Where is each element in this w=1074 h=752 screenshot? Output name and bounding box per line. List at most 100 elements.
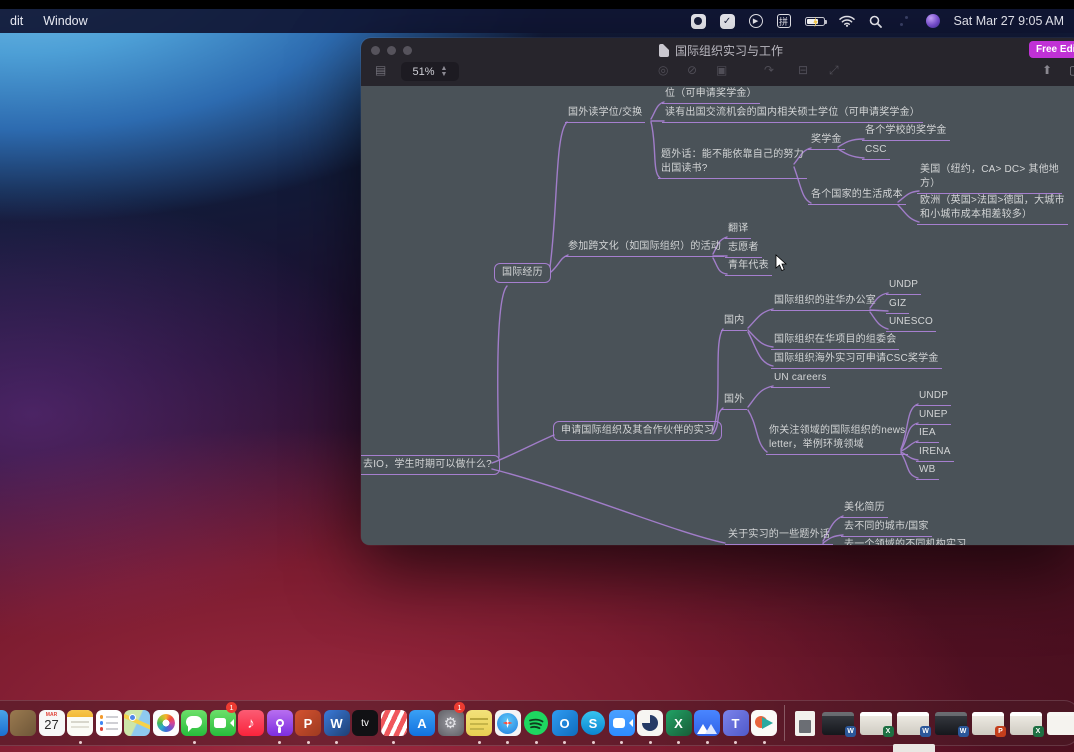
- dock-outlook[interactable]: O: [551, 703, 578, 743]
- free-edition-badge[interactable]: Free Edito: [1029, 41, 1074, 58]
- close-window-button[interactable]: [371, 46, 380, 55]
- menu-item-edit-partial[interactable]: dit: [0, 14, 33, 28]
- dock-doc-file[interactable]: [792, 703, 819, 743]
- mindmap-node-shixi-tiwaihua[interactable]: 关于实习的一些题外话: [725, 528, 833, 545]
- zoom-level-control[interactable]: 51% ▲▼: [401, 62, 459, 81]
- mindmap-node-fanyi[interactable]: 翻译: [725, 222, 751, 239]
- slash-circle-icon[interactable]: ⊘: [687, 63, 697, 77]
- dock-news[interactable]: [380, 703, 407, 743]
- wifi-icon[interactable]: [839, 15, 855, 27]
- mindmap-node-unesco[interactable]: UNESCO: [886, 315, 936, 332]
- mindmap-node-zhuhua-bangongshi[interactable]: 国际组织的驻华办公室: [771, 294, 879, 311]
- mindmap-node-du-xuewei[interactable]: 位（可申请奖学金）: [662, 87, 760, 104]
- mindmap-node-guoji-jingli[interactable]: 国际经历: [494, 263, 551, 283]
- mindmap-node-butong-jigou[interactable]: 去一个领域的不同机构实习: [841, 538, 969, 545]
- dock-word[interactable]: W: [323, 703, 350, 743]
- mindmap-node-iea[interactable]: IEA: [916, 426, 939, 443]
- mark-done-icon[interactable]: ◎: [658, 63, 668, 77]
- mindmap-node-undp-1[interactable]: UNDP: [886, 278, 921, 295]
- mindmap-node-kuawenhua[interactable]: 参加跨文化（如国际组织）的活动: [565, 240, 724, 257]
- dock-music[interactable]: ♪: [238, 703, 265, 743]
- dock-thumb-2[interactable]: X: [858, 703, 894, 743]
- shortcuts-check-icon[interactable]: ✓: [720, 14, 735, 29]
- dock-appstore[interactable]: A: [409, 703, 436, 743]
- mindmap-node-root[interactable]: 去IO，学生时期可以做什么?: [361, 455, 500, 475]
- mindmap-node-meihua-jianli[interactable]: 美化简历: [841, 501, 888, 518]
- mindmap-node-gexuexiao[interactable]: 各个学校的奖学金: [862, 124, 950, 141]
- mindmap-canvas[interactable]: 去IO，学生时期可以做什么? 国际经历 国外读学位/交换位（可申请奖学金） 读有出国交…: [361, 86, 1074, 545]
- mindmap-node-ouzhou[interactable]: 欧洲（英国>法国>德国，大城市和小城市成本相差较多）: [917, 194, 1068, 225]
- dock-podcasts[interactable]: [266, 703, 293, 743]
- battery-charging-icon[interactable]: [805, 17, 825, 26]
- zoom-stepper-icon[interactable]: ▲▼: [441, 66, 448, 78]
- input-method-icon[interactable]: 拼: [777, 14, 791, 28]
- dock-sysprefs[interactable]: ⚙1: [437, 703, 464, 743]
- search-icon[interactable]: [869, 15, 882, 28]
- mindmap-node-csc[interactable]: CSC: [862, 143, 890, 160]
- mindmap-node-guonei[interactable]: 国内: [721, 314, 747, 331]
- dock-teams[interactable]: T: [722, 703, 749, 743]
- dock-finder[interactable]: [0, 703, 8, 743]
- mindmap-node-du-guonei[interactable]: 读有出国交流机会的国内相关硕士学位（可申请奖学金）: [662, 106, 923, 123]
- dock-appletv[interactable]: tv: [352, 703, 379, 743]
- dock-fan-app[interactable]: [637, 703, 664, 743]
- screen-mirroring-icon[interactable]: [691, 14, 706, 29]
- dock-thumb-1[interactable]: W: [820, 703, 856, 743]
- mindmap-node-guowai-xuewei[interactable]: 国外读学位/交换: [565, 106, 645, 123]
- dock-thumb-6[interactable]: X: [1008, 703, 1044, 743]
- mindmap-node-newsletter[interactable]: 你关注领域的国际组织的newsletter，举例环境领域: [766, 424, 908, 455]
- dock-zoom[interactable]: [608, 703, 635, 743]
- dock-brown-app[interactable]: [10, 703, 37, 743]
- menu-bar-clock[interactable]: Sat Mar 27 9:05 AM: [954, 14, 1064, 28]
- mindmap-node-shenghuo-chengben[interactable]: 各个国家的生活成本: [808, 188, 906, 205]
- mindmap-node-qingnian-daibiao[interactable]: 青年代表: [725, 259, 772, 276]
- outline-panel-icon[interactable]: ▤: [375, 63, 386, 77]
- dock-excel[interactable]: X: [665, 703, 692, 743]
- play-icon[interactable]: ▶: [749, 14, 763, 28]
- minimize-window-button[interactable]: [387, 46, 396, 55]
- mindmap-node-tiwaihua[interactable]: 题外话：能不能依靠自己的努力出国读书?: [658, 148, 807, 179]
- dock-reminders[interactable]: [95, 703, 122, 743]
- mindmap-node-un-careers[interactable]: UN careers: [771, 371, 830, 388]
- dock-safari[interactable]: [494, 703, 521, 743]
- dock-thumb-7[interactable]: [1045, 703, 1074, 743]
- mindmap-node-undp-2[interactable]: UNDP: [916, 389, 951, 406]
- dock-photos[interactable]: [152, 703, 179, 743]
- mindmap-node-jiangxuejin[interactable]: 奖学金: [808, 133, 845, 150]
- dock-thumb-4[interactable]: W: [933, 703, 969, 743]
- assistant-icon[interactable]: [926, 14, 940, 28]
- menu-item-window[interactable]: Window: [33, 14, 97, 28]
- mindmap-node-wb[interactable]: WB: [916, 463, 939, 480]
- share-icon[interactable]: ⬆: [1042, 63, 1052, 77]
- dock-xmind[interactable]: [751, 703, 778, 743]
- mindmap-node-zuweihui[interactable]: 国际组织在华项目的组委会: [771, 333, 899, 350]
- dock-maps[interactable]: [124, 703, 151, 743]
- mindmap-node-shenqing-shixi[interactable]: 申请国际组织及其合作伙伴的实习: [553, 421, 722, 441]
- mindmap-node-zhiyuanzhe[interactable]: 志愿者: [725, 241, 762, 258]
- insert-image-icon[interactable]: ▣: [716, 63, 727, 77]
- mindmap-node-haiwai-csc[interactable]: 国际组织海外实习可申请CSC奖学金: [771, 352, 942, 369]
- dock-notes[interactable]: [67, 703, 94, 743]
- dock-thumb-5[interactable]: P: [970, 703, 1006, 743]
- more-toolbar-icon[interactable]: ▢: [1069, 63, 1074, 77]
- dock-thumb-3[interactable]: W: [895, 703, 931, 743]
- dock-stickies[interactable]: [466, 703, 493, 743]
- fit-screen-icon[interactable]: ⤢: [829, 63, 839, 78]
- zoom-window-button[interactable]: [403, 46, 412, 55]
- dock-calendar[interactable]: MAR27: [38, 703, 65, 743]
- dock-powerpoint[interactable]: P: [295, 703, 322, 743]
- control-center-icon[interactable]: [896, 15, 912, 27]
- dock-skype[interactable]: S: [580, 703, 607, 743]
- redo-icon[interactable]: ↷: [764, 63, 774, 77]
- mindmap-node-meiguo[interactable]: 美国（纽约，CA> DC> 其他地方）: [917, 163, 1062, 194]
- mindmap-node-chengshi-guojia[interactable]: 去不同的城市/国家: [841, 520, 932, 537]
- dock-mountains-app[interactable]: [694, 703, 721, 743]
- mindmap-node-unep[interactable]: UNEP: [916, 408, 951, 425]
- mindmap-node-giz[interactable]: GIZ: [886, 297, 909, 314]
- dock-spotify[interactable]: [523, 703, 550, 743]
- mindmap-node-guowai[interactable]: 国外: [721, 393, 747, 410]
- dock-facetime[interactable]: 1: [209, 703, 236, 743]
- mindmap-node-irena[interactable]: IRENA: [916, 445, 954, 462]
- dock-messages[interactable]: [181, 703, 208, 743]
- collapse-node-icon[interactable]: ⊟: [798, 63, 808, 77]
